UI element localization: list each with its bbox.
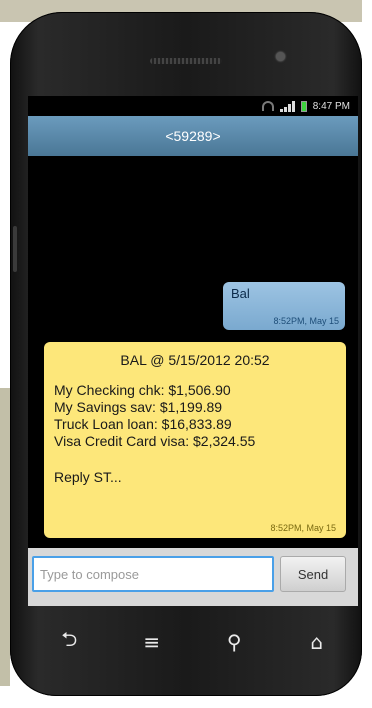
balance-line: My Savings sav: $1,199.89	[54, 399, 223, 415]
wifi-icon	[261, 101, 274, 111]
status-bar: 8:47 PM	[28, 96, 358, 116]
sent-message-bubble[interactable]: Bal 8:52PM, May 15	[223, 282, 345, 330]
conversation-title-bar: <59289>	[28, 116, 358, 156]
search-icon[interactable]: ⚲	[214, 630, 254, 654]
send-button[interactable]: Send	[280, 556, 346, 592]
received-message-header: BAL @ 5/15/2012 20:52	[120, 352, 270, 368]
background-right	[362, 0, 372, 708]
sent-message-text: Bal	[231, 286, 250, 301]
received-message-bubble[interactable]: BAL @ 5/15/2012 20:52 My Checking chk: $…	[44, 342, 346, 538]
status-time: 8:47 PM	[312, 100, 350, 112]
balance-line: My Checking chk: $1,506.90	[54, 382, 231, 398]
home-icon[interactable]: ⌂	[297, 630, 337, 654]
signal-icon	[279, 100, 295, 112]
volume-button[interactable]	[13, 226, 17, 272]
received-message-reply: Reply ST...	[54, 469, 122, 485]
balance-line: Visa Credit Card visa: $2,324.55	[54, 433, 256, 449]
compose-input[interactable]	[32, 556, 274, 592]
compose-bar: Send	[28, 548, 358, 606]
phone-screen: 8:47 PM <59289> Bal 8:52PM, May 15 BAL @…	[28, 96, 358, 606]
navigation-bar: ⮌ ≡ ⚲ ⌂	[28, 620, 358, 664]
sent-message-time: 8:52PM, May 15	[273, 316, 339, 326]
back-icon[interactable]: ⮌	[49, 625, 89, 659]
balance-line: Truck Loan loan: $16,833.89	[54, 416, 232, 432]
conversation-title: <59289>	[165, 128, 221, 144]
background-left	[0, 388, 10, 686]
front-camera	[276, 52, 285, 61]
speaker-grille	[150, 58, 222, 64]
received-message-time: 8:52PM, May 15	[270, 523, 336, 533]
menu-icon[interactable]: ≡	[132, 630, 172, 654]
battery-icon	[300, 100, 307, 112]
